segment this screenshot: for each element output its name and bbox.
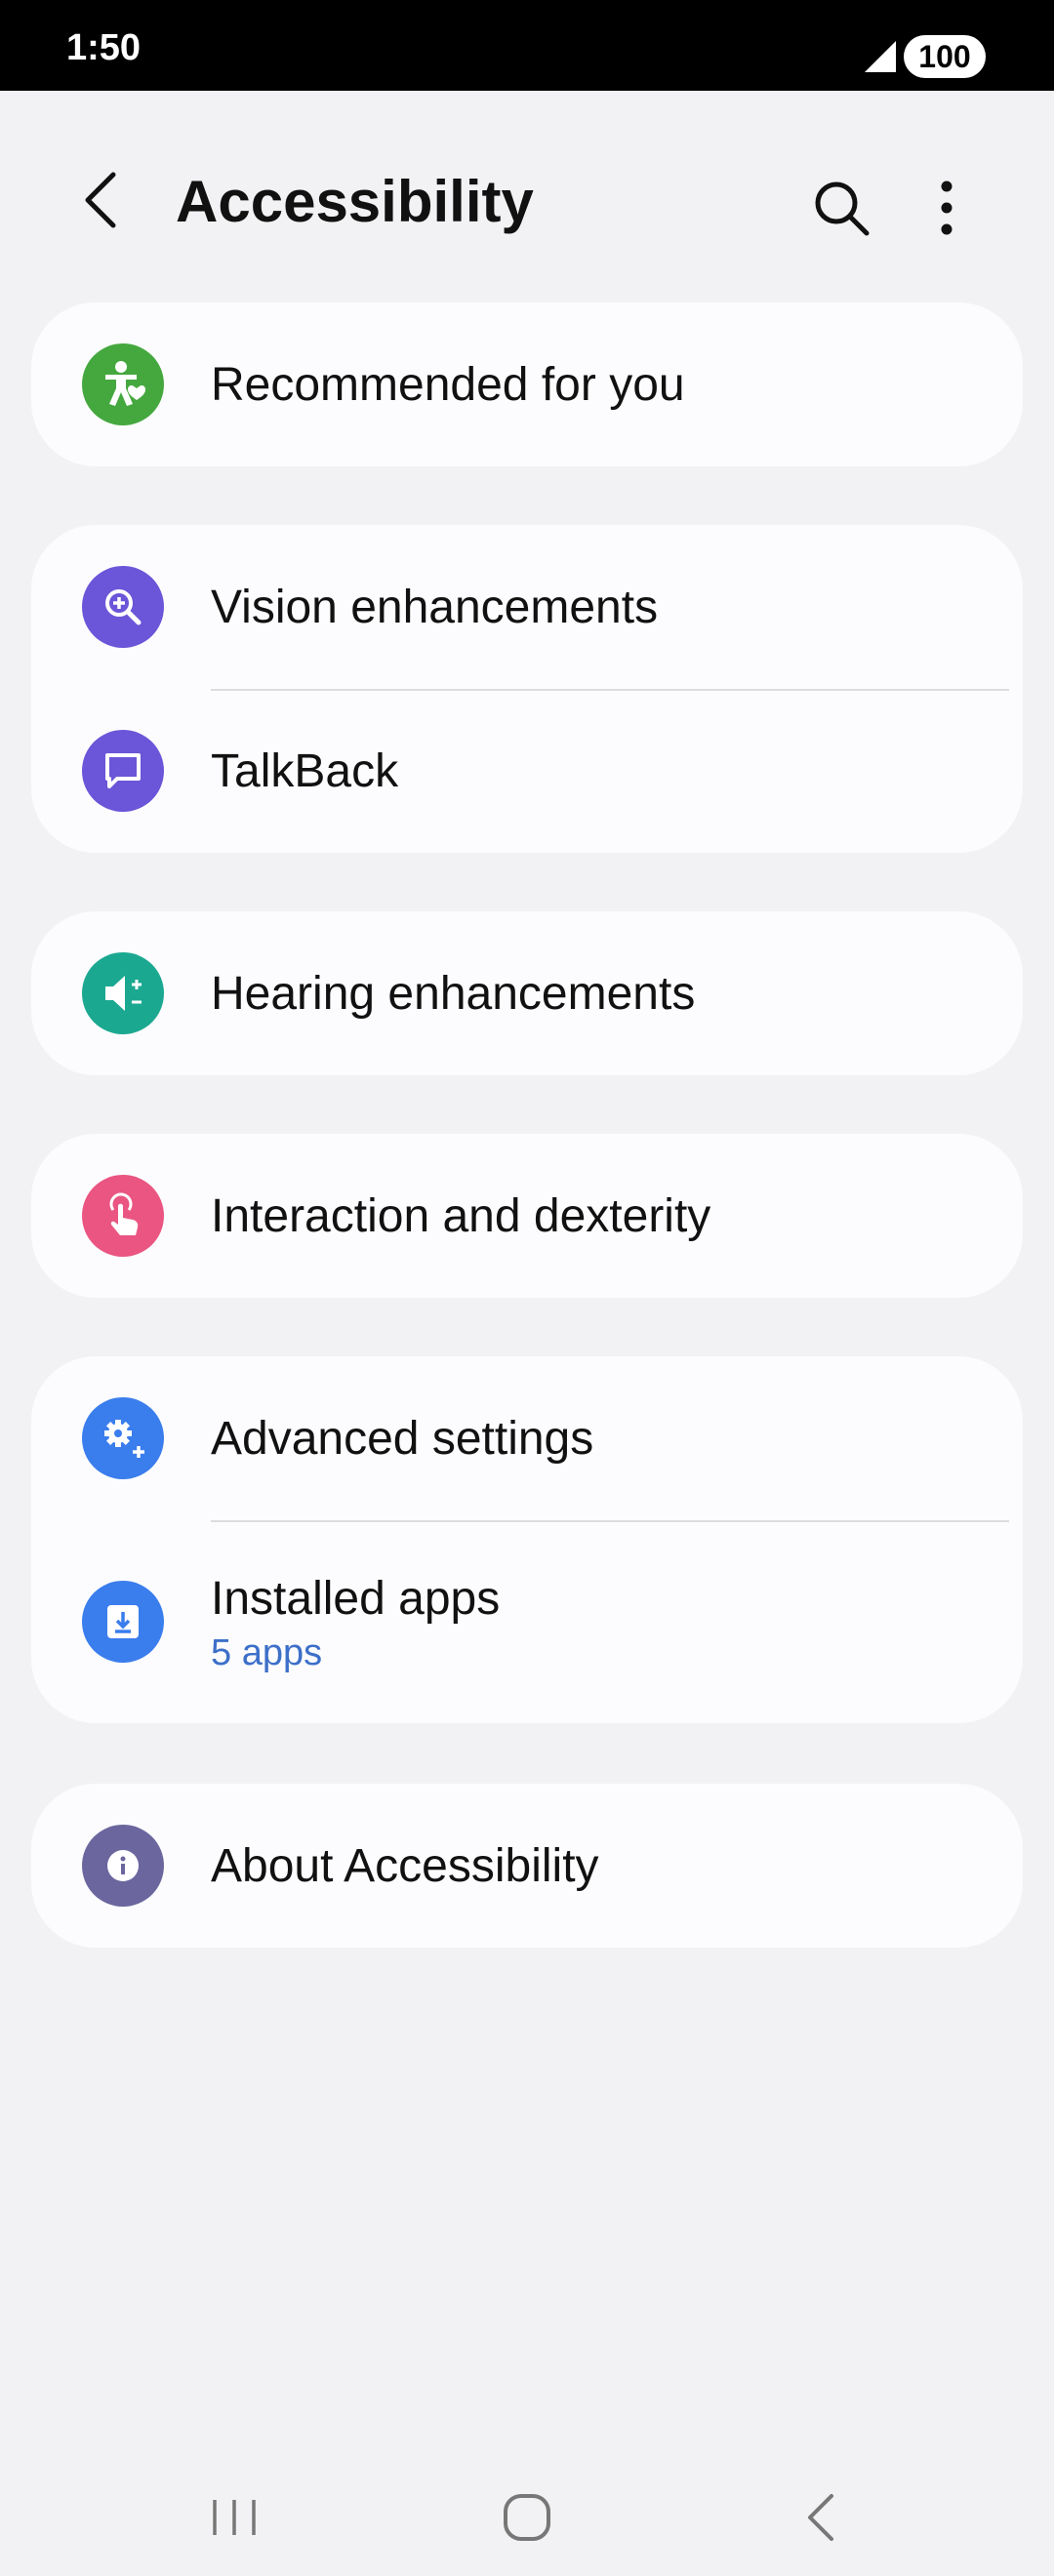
gear-plus-icon [82,1397,164,1479]
menu-item-label: Advanced settings [211,1413,594,1465]
accessibility-heart-icon [82,343,164,425]
hearing-card: Hearing enhancements [31,911,1023,1075]
menu-item-label: Interaction and dexterity [211,1190,711,1242]
navigation-bar [0,2459,1054,2576]
menu-item-recommended[interactable]: Recommended for you [31,302,1023,466]
info-icon [82,1825,164,1907]
back-icon[interactable] [792,2488,851,2547]
status-bar: 1:50 100 [0,0,1054,91]
interaction-card: Interaction and dexterity [31,1134,1023,1298]
battery-indicator: 100 [904,35,986,78]
chat-bubble-icon [82,730,164,812]
about-card: About Accessibility [31,1784,1023,1948]
vision-card: Vision enhancements TalkBack [31,525,1023,853]
menu-item-about[interactable]: About Accessibility [31,1784,1023,1948]
menu-item-installed-apps[interactable]: Installed apps 5 apps [31,1520,1023,1723]
menu-item-label: About Accessibility [211,1840,599,1892]
app-bar: Accessibility [0,91,1054,296]
recents-icon[interactable] [205,2488,264,2547]
menu-item-talkback[interactable]: TalkBack [31,689,1023,853]
advanced-card: Advanced settings Installed apps 5 apps [31,1356,1023,1723]
menu-item-sublabel: 5 apps [211,1632,323,1673]
download-icon [82,1581,164,1663]
menu-item-label: Hearing enhancements [211,968,696,1020]
menu-item-vision[interactable]: Vision enhancements [31,525,1023,689]
menu-item-advanced[interactable]: Advanced settings [31,1356,1023,1520]
menu-item-label: Vision enhancements [211,582,659,633]
more-vert-icon[interactable] [917,177,976,239]
menu-item-label: TalkBack [211,745,399,797]
recommended-card: Recommended for you [31,302,1023,466]
status-time: 1:50 [66,27,142,68]
touch-hand-icon [82,1175,164,1257]
menu-item-hearing[interactable]: Hearing enhancements [31,911,1023,1075]
volume-adjust-icon [82,952,164,1034]
zoom-in-icon [82,566,164,648]
menu-item-label: Installed apps [211,1573,501,1625]
back-arrow-icon[interactable] [72,169,135,231]
search-icon[interactable] [810,177,872,239]
home-icon[interactable] [498,2488,556,2547]
menu-item-interaction[interactable]: Interaction and dexterity [31,1134,1023,1298]
signal-icon [865,41,896,72]
page-title: Accessibility [176,169,534,234]
menu-item-label: Recommended for you [211,359,685,411]
